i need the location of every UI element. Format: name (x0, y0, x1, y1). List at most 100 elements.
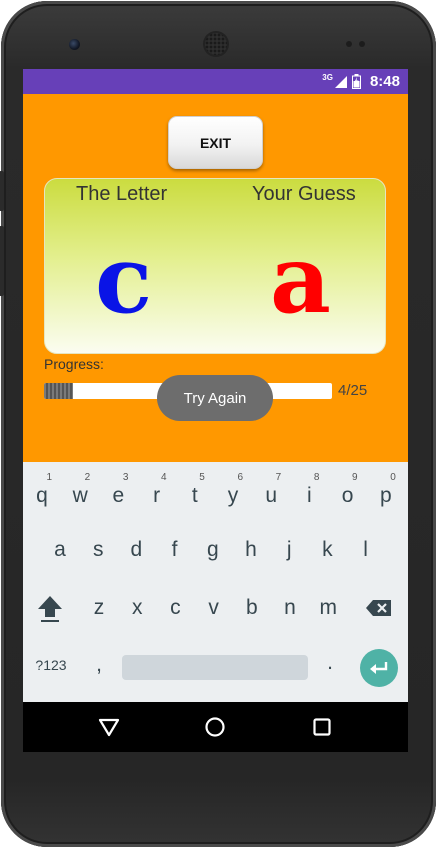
key-hint: 6 (237, 472, 243, 483)
key-g[interactable]: g (195, 528, 231, 572)
key-label: b (245, 596, 258, 619)
key-label: h (245, 538, 257, 561)
key-label: d (130, 538, 143, 561)
letter-comparison-card: The Letter Your Guess c a (44, 178, 386, 354)
key-j[interactable]: j (271, 528, 307, 572)
earpiece-speaker-icon (205, 33, 227, 55)
exit-button[interactable]: EXIT (168, 116, 263, 169)
volume-button (0, 171, 4, 211)
key-hint: 7 (275, 472, 282, 483)
key-label: q (36, 484, 48, 507)
progress-count: 4/25 (338, 382, 368, 399)
key-hint: 9 (352, 472, 358, 483)
key-h[interactable]: h (233, 528, 269, 572)
key-hint: 8 (313, 472, 320, 483)
key-f[interactable]: f (157, 528, 193, 572)
try-again-toast: Try Again (157, 375, 273, 421)
key-label: i (307, 484, 312, 507)
key-label: f (171, 538, 178, 561)
key-o[interactable]: 9o (330, 468, 366, 512)
key-hint: 1 (46, 472, 52, 483)
key-label: l (363, 538, 368, 561)
key-s[interactable]: s (80, 528, 116, 572)
key-v[interactable]: v (196, 586, 232, 630)
key-label: c (170, 596, 181, 619)
recents-button[interactable] (310, 715, 334, 739)
key-label: y (227, 484, 239, 507)
key-hint: 0 (390, 472, 396, 483)
shift-arrow-icon (38, 596, 62, 622)
key-label: g (206, 538, 219, 561)
key-label: e (112, 484, 125, 507)
recents-square-icon (313, 718, 331, 736)
backspace-icon (366, 600, 391, 616)
key-hint: 5 (199, 472, 205, 483)
space-bar[interactable] (122, 655, 308, 680)
status-bar: 3G 8:48 (23, 69, 408, 94)
key-e[interactable]: 3e (100, 468, 136, 512)
key-hint: 4 (161, 472, 167, 483)
key-w[interactable]: 2w (62, 468, 98, 512)
key-label: p (379, 484, 392, 507)
back-button[interactable] (97, 715, 121, 739)
key-label: v (208, 596, 219, 619)
comma-key[interactable]: , (81, 643, 117, 687)
key-p[interactable]: 0p (368, 468, 404, 512)
key-label: r (153, 484, 161, 507)
key-u[interactable]: 7u (253, 468, 289, 512)
key-label: t (191, 484, 198, 507)
key-label: a (54, 538, 66, 561)
battery-icon (351, 74, 361, 89)
key-y[interactable]: 6y (215, 468, 251, 512)
shift-key[interactable] (32, 586, 68, 630)
key-label: x (131, 596, 143, 619)
key-a[interactable]: a (42, 528, 78, 572)
period-key[interactable]: . (312, 641, 348, 685)
key-label: j (286, 538, 292, 561)
key-n[interactable]: n (272, 586, 308, 630)
home-circle-icon (205, 717, 225, 737)
front-camera-icon (69, 39, 80, 50)
sensor-icon (346, 41, 352, 47)
signal-icon (334, 75, 347, 88)
key-b[interactable]: b (234, 586, 270, 630)
symbols-key[interactable]: ?123 (30, 643, 72, 687)
key-z[interactable]: z (81, 586, 117, 630)
home-button[interactable] (203, 715, 227, 739)
key-i[interactable]: 8i (291, 468, 327, 512)
progress-label: Progress: (44, 356, 104, 372)
network-type: 3G (322, 73, 333, 82)
key-x[interactable]: x (119, 586, 155, 630)
backspace-key[interactable] (361, 586, 397, 630)
key-q[interactable]: 1q (24, 468, 60, 512)
letter-header: The Letter (76, 183, 168, 205)
back-triangle-icon (98, 718, 120, 737)
key-label: u (265, 484, 278, 507)
key-c[interactable]: c (157, 586, 193, 630)
power-button (0, 226, 4, 296)
key-m[interactable]: m (310, 586, 346, 630)
screen: 3G 8:48 EXIT The Letter Your Guess c a P… (23, 69, 408, 752)
key-label: o (341, 484, 354, 507)
navigation-bar (23, 702, 408, 752)
sensor-icon (359, 41, 365, 47)
key-hint: 3 (122, 472, 129, 483)
key-d[interactable]: d (118, 528, 154, 572)
clock: 8:48 (369, 73, 400, 90)
enter-key[interactable] (360, 649, 398, 687)
key-t[interactable]: 5t (177, 468, 213, 512)
guessed-letter: a (270, 225, 331, 335)
key-label: m (319, 596, 337, 619)
key-k[interactable]: k (309, 528, 345, 572)
key-label: w (72, 484, 88, 507)
key-label: s (92, 538, 104, 561)
progress-fill (44, 383, 73, 399)
key-r[interactable]: 4r (139, 468, 175, 512)
target-letter: c (95, 225, 153, 335)
key-l[interactable]: l (348, 528, 384, 572)
key-label: n (284, 596, 296, 619)
key-hint: 2 (84, 472, 91, 483)
guess-header: Your Guess (252, 183, 356, 205)
key-label: z (93, 596, 105, 619)
key-label: k (322, 538, 333, 561)
